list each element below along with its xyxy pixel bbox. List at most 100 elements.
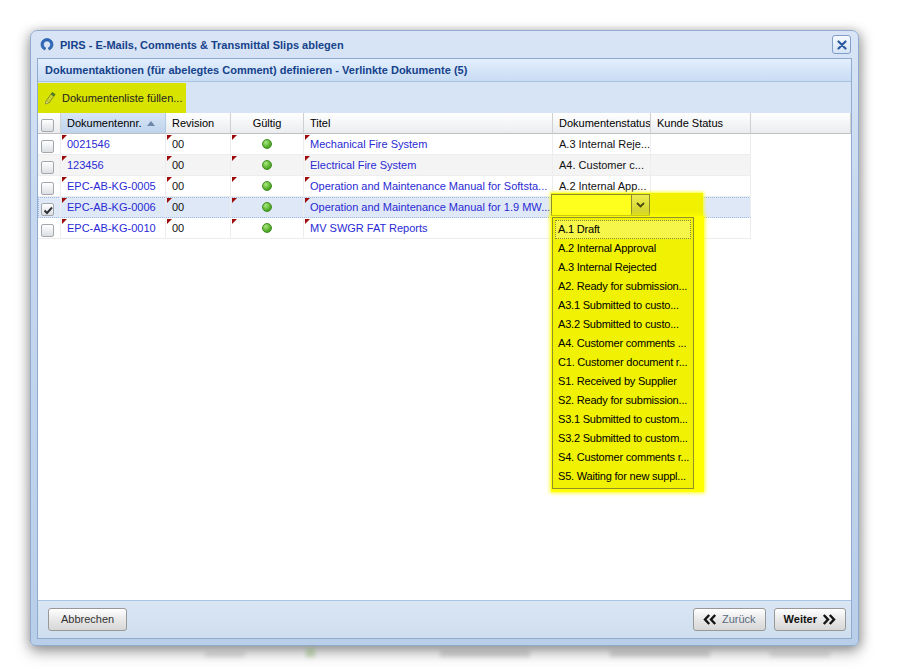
column-header-label: Titel — [310, 117, 330, 129]
document-title-link[interactable]: Operation and Maintenance Manual for 1.9… — [310, 201, 550, 213]
next-button[interactable]: Weiter — [774, 608, 846, 631]
checkbox-cell — [38, 218, 61, 239]
column-header-kunde-status[interactable]: Kunde Status — [651, 113, 751, 134]
dropdown-item[interactable]: A.3 Internal Rejected — [555, 258, 691, 277]
dirty-cell-marker — [167, 198, 172, 203]
status-cell[interactable]: A4. Customer c... — [553, 155, 651, 176]
valid-cell — [231, 134, 304, 155]
select-all-header[interactable] — [38, 113, 61, 134]
status-combo-editor[interactable] — [551, 194, 650, 216]
dropdown-item[interactable]: S3.1 Submitted to custom... — [555, 410, 691, 429]
title-bar: PIRS - E-Mails, Comments & Transmittal S… — [31, 31, 858, 58]
revision-value: 00 — [172, 180, 184, 192]
checkbox-cell — [38, 197, 61, 218]
checkbox-cell — [38, 155, 61, 176]
column-header-revision[interactable]: Revision — [166, 113, 231, 134]
dropdown-item[interactable]: A4. Customer comments ... — [555, 334, 691, 353]
dialog-window: PIRS - E-Mails, Comments & Transmittal S… — [30, 30, 859, 646]
column-header-dokumentennr-[interactable]: Dokumentennr. — [61, 113, 166, 134]
column-header-label: Revision — [172, 117, 214, 129]
revision-cell: 00 — [166, 176, 231, 197]
revision-value: 00 — [172, 159, 184, 171]
row-checkbox[interactable] — [41, 224, 54, 237]
title-cell: Mechanical Fire System — [304, 134, 553, 155]
valid-cell — [231, 197, 304, 218]
document-number-link[interactable]: EPC-AB-KG-0005 — [67, 180, 156, 192]
docnr-cell: 123456 — [61, 155, 166, 176]
valid-indicator-icon — [262, 223, 272, 233]
dropdown-item[interactable]: C1. Customer document r... — [555, 353, 691, 372]
dropdown-item[interactable]: S3.2 Submitted to custom... — [555, 429, 691, 448]
background-remnant — [610, 649, 710, 657]
docnr-cell: EPC-AB-KG-0005 — [61, 176, 166, 197]
checkbox-cell — [38, 134, 61, 155]
revision-cell: 00 — [166, 218, 231, 239]
dirty-cell-marker — [305, 156, 310, 161]
row-checkbox[interactable] — [41, 140, 54, 153]
dirty-cell-marker — [62, 219, 67, 224]
close-icon — [837, 40, 847, 50]
dropdown-item[interactable]: S1. Received by Supplier — [555, 372, 691, 391]
column-header-label: Dokumentennr. — [67, 117, 142, 129]
title-cell: Operation and Maintenance Manual for 1.9… — [304, 197, 553, 218]
revision-value: 00 — [172, 222, 184, 234]
dirty-cell-marker — [62, 156, 67, 161]
close-button[interactable] — [832, 35, 851, 54]
dropdown-item[interactable]: A3.1 Submitted to custo... — [555, 296, 691, 315]
panel-header: Dokumentaktionen (für abelegtes Comment)… — [38, 59, 851, 82]
background-remnant — [440, 649, 530, 657]
dropdown-item[interactable]: A2. Ready for submission... — [555, 277, 691, 296]
dirty-cell-marker — [167, 219, 172, 224]
document-title-link[interactable]: Operation and Maintenance Manual for Sof… — [310, 180, 547, 192]
next-label: Weiter — [784, 609, 817, 630]
dropdown-item[interactable]: S2. Ready for submission... — [555, 391, 691, 410]
status-combo-value — [552, 195, 631, 215]
document-status-value: A4. Customer c... — [559, 159, 644, 171]
dirty-cell-marker — [167, 156, 172, 161]
column-header-titel[interactable]: Titel — [304, 113, 553, 134]
dropdown-item[interactable]: A.2 Internal Approval — [555, 239, 691, 258]
document-title-link[interactable]: Mechanical Fire System — [310, 138, 427, 150]
dropdown-item[interactable]: A.1 Draft — [555, 220, 691, 239]
row-checkbox[interactable] — [41, 182, 54, 195]
status-cell[interactable]: A.3 Internal Reje... — [553, 134, 651, 155]
document-number-link[interactable]: EPC-AB-KG-0006 — [67, 201, 156, 213]
row-checkbox[interactable] — [41, 161, 54, 174]
dirty-cell-marker — [232, 177, 237, 182]
dropdown-item[interactable]: S5. Waiting for new suppl... — [555, 467, 691, 486]
dirty-cell-marker — [62, 135, 67, 140]
column-header-g-ltig[interactable]: Gültig — [231, 113, 304, 134]
fill-document-list-button[interactable]: Dokumentenliste füllen... — [38, 83, 186, 113]
dirty-cell-marker — [232, 219, 237, 224]
select-all-checkbox[interactable] — [41, 119, 54, 132]
row-checkbox[interactable] — [41, 203, 54, 216]
document-number-link[interactable]: EPC-AB-KG-0010 — [67, 222, 156, 234]
column-header-dokumentenstatus[interactable]: Dokumentenstatus — [553, 113, 651, 134]
next-chevron-icon — [822, 614, 836, 625]
background-remnant — [205, 650, 245, 657]
document-title-link[interactable]: MV SWGR FAT Reports — [310, 222, 428, 234]
column-header-label: Dokumentenstatus — [559, 117, 651, 129]
dirty-cell-marker — [232, 198, 237, 203]
document-number-link[interactable]: 123456 — [67, 159, 104, 171]
dropdown-item[interactable]: S4. Customer comments r... — [555, 448, 691, 467]
title-cell: Operation and Maintenance Manual for Sof… — [304, 176, 553, 197]
document-number-link[interactable]: 0021546 — [67, 138, 110, 150]
back-button[interactable]: Zurück — [693, 608, 766, 631]
kunde-status-cell — [651, 134, 751, 155]
dirty-cell-marker — [232, 156, 237, 161]
table-row[interactable]: 002154600Mechanical Fire SystemA.3 Inter… — [38, 134, 751, 155]
document-title-link[interactable]: Electrical Fire System — [310, 159, 416, 171]
docnr-cell: EPC-AB-KG-0006 — [61, 197, 166, 218]
revision-value: 00 — [172, 201, 184, 213]
dirty-cell-marker — [167, 177, 172, 182]
table-row[interactable]: 123456 00 Electrical Fire System A4. Custom… — [38, 155, 751, 176]
valid-cell — [231, 218, 304, 239]
cancel-button[interactable]: Abbrechen — [48, 608, 127, 631]
valid-indicator-icon — [262, 202, 272, 212]
combo-trigger-button[interactable] — [631, 195, 649, 215]
dirty-cell-marker — [305, 135, 310, 140]
back-chevron-icon — [703, 614, 717, 625]
dropdown-item[interactable]: A3.2 Submitted to custo... — [555, 315, 691, 334]
sort-asc-icon — [147, 121, 155, 126]
